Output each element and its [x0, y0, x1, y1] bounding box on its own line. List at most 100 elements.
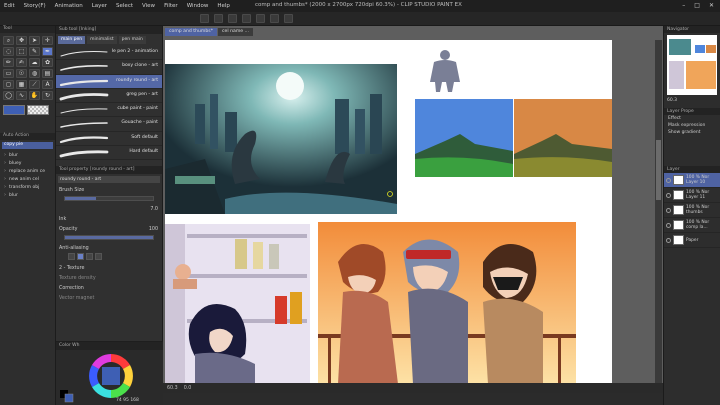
layer-row[interactable]: 100 % Nor Layer 11	[664, 188, 720, 203]
list-item[interactable]: › new anim cel	[0, 175, 55, 183]
menu-select[interactable]: Select	[116, 3, 133, 9]
fill-tool-icon[interactable]: ◍	[29, 69, 40, 78]
transparent-swatch[interactable]	[27, 105, 49, 115]
eye-icon[interactable]	[666, 237, 671, 243]
main-color-swatch[interactable]	[3, 105, 25, 115]
tab-comp-and-thumbs[interactable]: comp and thumbs*	[165, 28, 217, 36]
color-wheel-icon[interactable]	[56, 350, 163, 405]
menu-edit[interactable]: Edit	[4, 3, 15, 9]
paper[interactable]	[165, 40, 612, 384]
maximize-button[interactable]: □	[694, 2, 700, 9]
eraser-tool-icon[interactable]: ▭	[3, 69, 14, 78]
antialias-strong[interactable]	[95, 253, 102, 261]
eye-icon[interactable]	[666, 192, 671, 198]
brush-item[interactable]: le pen 2 - animation	[56, 46, 162, 61]
menu-story[interactable]: Story(F)	[24, 3, 46, 9]
layer-row[interactable]: 100 % Nor comp la...	[664, 218, 720, 233]
antialias-medium[interactable]	[86, 253, 93, 261]
new-file-icon[interactable]	[200, 14, 209, 23]
list-item[interactable]: › blur	[0, 191, 55, 199]
balloon-tool-icon[interactable]: ◯	[3, 91, 14, 100]
airbrush-tool-icon[interactable]: ☁	[29, 58, 40, 67]
clear-icon[interactable]	[270, 14, 279, 23]
opacity-row: Opacity 100	[56, 224, 162, 234]
select-tool-icon[interactable]: ⬚	[16, 47, 27, 56]
coordinate-status: 0.0	[183, 385, 192, 391]
ruler-tool-icon[interactable]: ⟋	[29, 80, 40, 89]
list-item[interactable]: › transform obj	[0, 183, 55, 191]
menu-window[interactable]: Window	[187, 3, 209, 9]
close-button[interactable]: ✕	[709, 2, 714, 9]
brush-size-fill	[65, 197, 96, 201]
text-tool-icon[interactable]: A	[42, 80, 53, 89]
list-item[interactable]: › replace anim ce	[0, 167, 55, 175]
zoom-tool-icon[interactable]: ⌕	[3, 36, 14, 45]
list-item[interactable]: › bluey	[0, 159, 55, 167]
gradient-tool-icon[interactable]: ▤	[42, 69, 53, 78]
transform-icon[interactable]	[284, 14, 293, 23]
canvas-vertical-scrollbar[interactable]	[655, 40, 662, 383]
brush-item[interactable]: boxy clone - art	[56, 60, 162, 75]
zoom-status[interactable]: 60.3	[167, 386, 178, 391]
antialias-none[interactable]	[68, 253, 75, 261]
selected-action[interactable]: copy pie	[2, 142, 53, 149]
decoration-tool-icon[interactable]: ✿	[42, 58, 53, 67]
layer-row[interactable]: Paper	[664, 233, 720, 248]
brush-item[interactable]: greg pen - art	[56, 89, 162, 104]
pencil-tool-icon[interactable]: ✏	[3, 58, 14, 67]
layer-thumbnail	[673, 175, 684, 185]
list-item[interactable]: › blur	[0, 151, 55, 159]
layer-row[interactable]: 100 % Nor Layer 10	[664, 173, 720, 188]
blend-tool-icon[interactable]: ☉	[16, 69, 27, 78]
save-icon[interactable]	[228, 14, 237, 23]
rotate-tool-icon[interactable]: ↻	[42, 91, 53, 100]
menu-filter[interactable]: Filter	[164, 3, 178, 9]
opacity-slider[interactable]	[64, 235, 154, 241]
layer-panel: Layer 100 % Nor Layer 10 100 % Nor Layer …	[664, 166, 720, 248]
menu-help[interactable]: Help	[217, 3, 230, 9]
brush-size-slider[interactable]	[64, 196, 154, 202]
layer-property-header: Layer Prope	[664, 108, 720, 115]
operation-tool-icon[interactable]: ➤	[29, 36, 40, 45]
window-title: comp and thumbs* (2000 x 2700px 720dpi 6…	[255, 2, 462, 8]
menu-animation[interactable]: Animation	[55, 3, 83, 9]
antialias-weak[interactable]	[77, 253, 84, 261]
layer-row[interactable]: 100 % Nor thumbs	[664, 203, 720, 218]
brush-stroke-icon	[60, 51, 108, 57]
brush-item[interactable]: Soft default	[56, 132, 162, 147]
tab-minimalist[interactable]: minimalist	[87, 36, 117, 44]
eye-icon[interactable]	[666, 177, 671, 183]
brush-item[interactable]: Gouache - paint	[56, 117, 162, 132]
open-file-icon[interactable]	[214, 14, 223, 23]
move-layer-icon[interactable]: ✛	[42, 36, 53, 45]
brush-label: greg pen - art	[126, 91, 158, 97]
figure-tool-icon[interactable]: ◻	[3, 80, 14, 89]
correction-row: Correction	[56, 283, 162, 293]
eye-icon[interactable]	[666, 222, 671, 228]
brush-item[interactable]: roundy round - art	[56, 74, 162, 89]
undo-icon[interactable]	[242, 14, 251, 23]
move-tool-icon[interactable]: ✥	[16, 36, 27, 45]
brush-item[interactable]: Hard default	[56, 146, 162, 161]
tab-main-pen[interactable]: main pen	[58, 36, 86, 44]
tab-cel-name[interactable]: cel name ...	[218, 28, 253, 36]
scroll-thumb[interactable]	[656, 140, 661, 200]
tab-pen-main[interactable]: pen main	[118, 36, 146, 44]
chevron-right-icon: ›	[4, 152, 6, 158]
frame-tool-icon[interactable]: ▦	[16, 80, 27, 89]
navigator-thumbnail[interactable]	[667, 35, 717, 95]
eyedropper-icon[interactable]: ✎	[29, 47, 40, 56]
menu-view[interactable]: View	[142, 3, 155, 9]
brush-tool-icon[interactable]: ✍	[16, 58, 27, 67]
correct-line-icon[interactable]: ∿	[16, 91, 27, 100]
lasso-tool-icon[interactable]: ◌	[3, 47, 14, 56]
navigator-zoom-value[interactable]: 60.3	[667, 98, 677, 103]
brush-label: le pen 2 - animation	[111, 49, 158, 54]
menu-layer[interactable]: Layer	[92, 3, 107, 9]
redo-icon[interactable]	[256, 14, 265, 23]
hand-tool-icon[interactable]: ✋	[29, 91, 40, 100]
pen-tool-icon[interactable]: ✒	[42, 47, 53, 56]
minimize-button[interactable]: –	[682, 2, 685, 9]
brush-item[interactable]: cube paint - paint	[56, 103, 162, 118]
eye-icon[interactable]	[666, 207, 671, 213]
